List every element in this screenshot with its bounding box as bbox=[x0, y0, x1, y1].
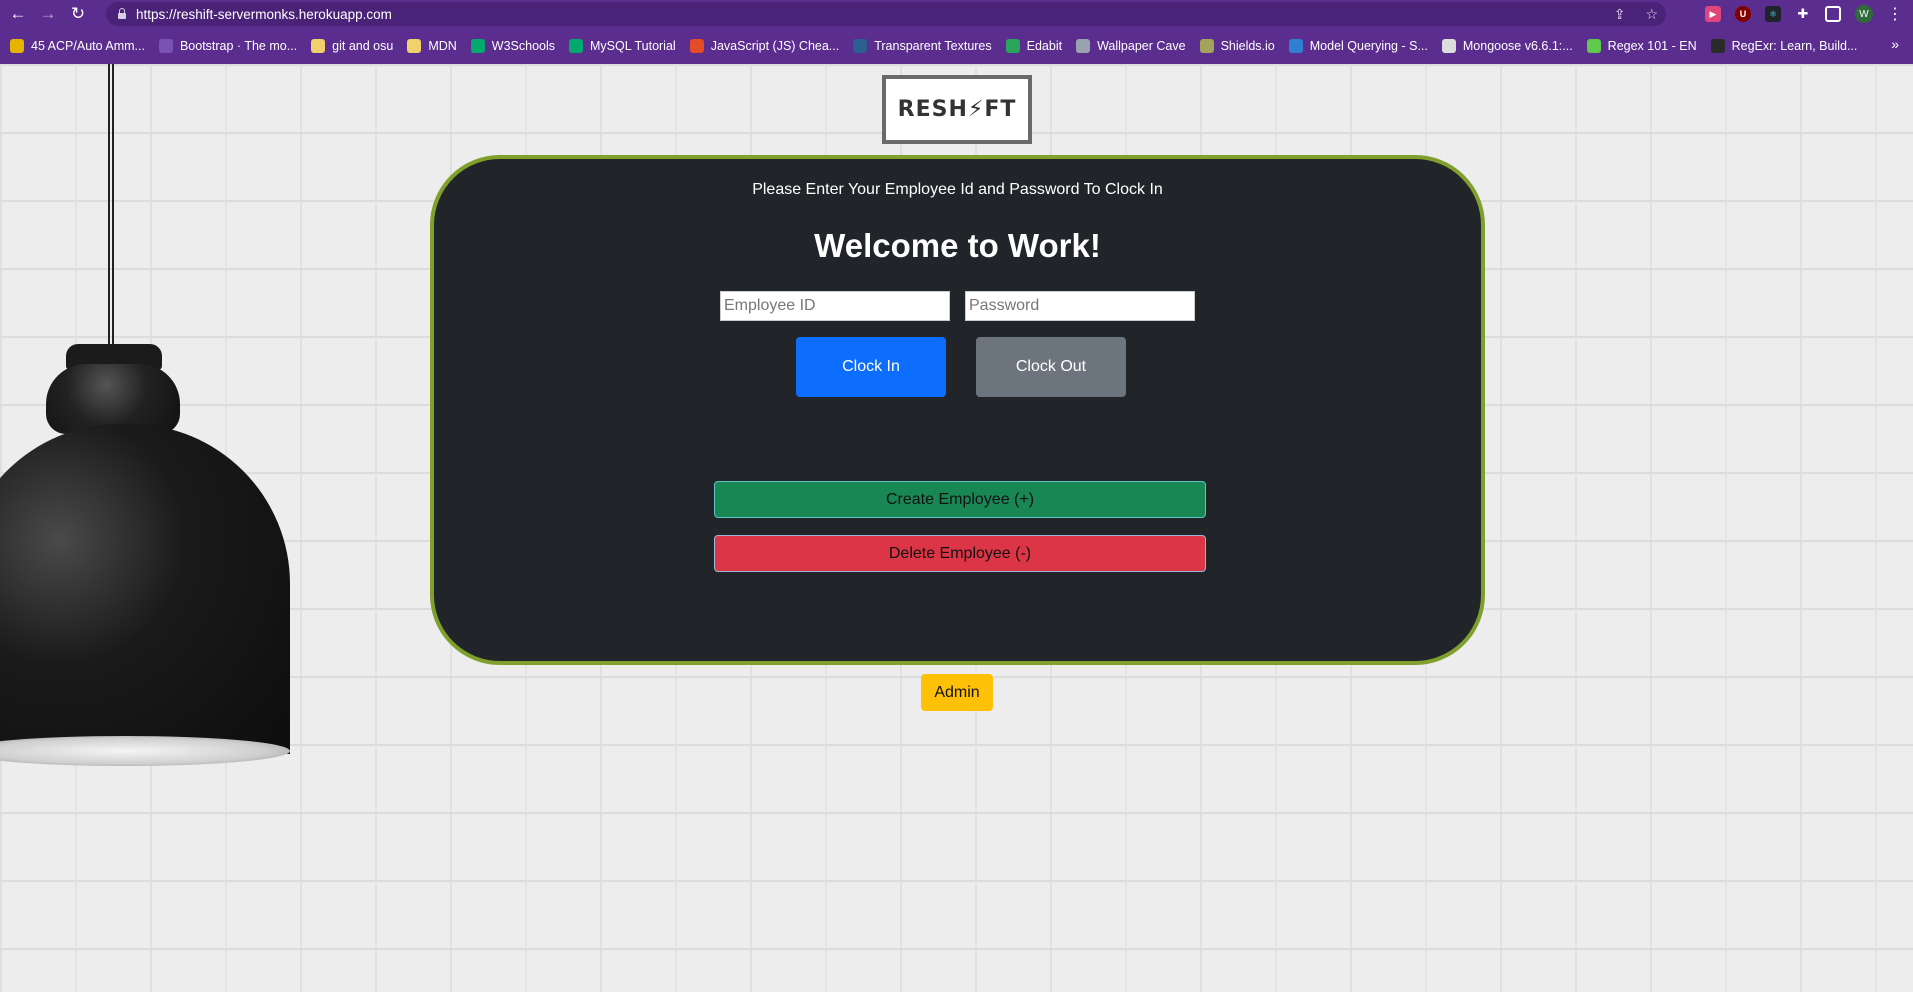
bookmark-favicon-icon bbox=[311, 39, 326, 53]
extension-react-icon[interactable]: ⚛ bbox=[1765, 6, 1781, 22]
bookmark-favicon-icon bbox=[1441, 39, 1456, 53]
bookmark-label: MySQL Tutorial bbox=[590, 39, 676, 53]
bookmark-item[interactable]: 45 ACP/Auto Amm... bbox=[10, 39, 145, 53]
bookmark-favicon-icon bbox=[407, 39, 422, 53]
bookmark-item[interactable]: MySQL Tutorial bbox=[569, 39, 676, 53]
bookmark-item[interactable]: Wallpaper Cave bbox=[1076, 39, 1186, 53]
bookmark-favicon-icon bbox=[10, 39, 24, 53]
delete-employee-button[interactable]: Delete Employee (-) bbox=[714, 535, 1206, 572]
bookmark-label: Transparent Textures bbox=[874, 39, 992, 53]
star-icon[interactable]: ☆ bbox=[1645, 6, 1658, 23]
bookmark-item[interactable]: Transparent Textures bbox=[853, 39, 992, 53]
bookmark-item[interactable]: Mongoose v6.6.1:... bbox=[1441, 39, 1573, 53]
password-input[interactable] bbox=[965, 291, 1195, 321]
bookmark-item[interactable]: W3Schools bbox=[470, 39, 556, 53]
bookmark-favicon-icon bbox=[1005, 39, 1020, 53]
bookmark-item[interactable]: MDN bbox=[407, 39, 457, 53]
bookmark-favicon-icon bbox=[1288, 39, 1303, 53]
employee-id-input[interactable] bbox=[720, 291, 950, 321]
bookmark-label: Regex 101 - EN bbox=[1607, 39, 1697, 53]
bookmark-label: git and osu bbox=[332, 39, 394, 53]
address-bar[interactable]: https://reshift-servermonks.herokuapp.co… bbox=[106, 2, 1666, 26]
extension-ublock-icon[interactable]: U bbox=[1735, 6, 1751, 22]
bookmarks-overflow-icon[interactable]: » bbox=[1891, 36, 1899, 52]
forward-arrow-icon[interactable]: → bbox=[36, 2, 60, 26]
back-arrow-icon[interactable]: ← bbox=[6, 2, 30, 26]
bookmark-item[interactable]: RegExr: Learn, Build... bbox=[1710, 39, 1858, 53]
create-employee-button[interactable]: Create Employee (+) bbox=[714, 481, 1206, 518]
bookmark-item[interactable]: Shields.io bbox=[1199, 39, 1275, 53]
bookmark-label: Shields.io bbox=[1220, 39, 1275, 53]
bookmark-item[interactable]: Regex 101 - EN bbox=[1586, 39, 1697, 53]
bookmark-favicon-icon bbox=[569, 39, 584, 53]
profile-avatar[interactable]: W bbox=[1855, 5, 1873, 23]
bookmark-label: W3Schools bbox=[491, 39, 556, 53]
lock-icon bbox=[118, 8, 126, 19]
bookmark-favicon-icon bbox=[853, 39, 868, 53]
bookmark-item[interactable]: git and osu bbox=[311, 39, 393, 53]
bookmark-item[interactable]: Model Querying - S... bbox=[1288, 39, 1428, 53]
sidebar-toggle-icon[interactable] bbox=[1825, 6, 1841, 22]
reshift-logo: RESH⚡FT bbox=[882, 75, 1032, 144]
clock-out-button[interactable]: Clock Out bbox=[976, 337, 1126, 397]
extension-video-icon[interactable]: ▶ bbox=[1705, 6, 1721, 22]
bookmark-favicon-icon bbox=[470, 39, 485, 53]
share-icon[interactable]: ⇪ bbox=[1614, 6, 1626, 23]
clock-in-button[interactable]: Clock In bbox=[796, 337, 946, 397]
bookmark-favicon-icon bbox=[1199, 39, 1214, 53]
bookmark-item[interactable]: Bootstrap · The mo... bbox=[158, 39, 298, 53]
bookmark-label: Wallpaper Cave bbox=[1097, 39, 1186, 53]
clock-in-panel: Please Enter Your Employee Id and Passwo… bbox=[430, 155, 1485, 665]
bookmark-favicon-icon bbox=[1076, 39, 1091, 53]
bookmarks-bar: 45 ACP/Auto Amm... Bootstrap · The mo... g… bbox=[0, 28, 1913, 64]
bookmark-favicon-icon bbox=[158, 39, 173, 53]
menu-kebab-icon[interactable]: ⋮ bbox=[1887, 4, 1903, 24]
browser-toolbar: ← → ↻ https://reshift-servermonks.heroku… bbox=[0, 0, 1913, 28]
bookmark-favicon-icon bbox=[689, 39, 704, 53]
bookmark-favicon-icon bbox=[1586, 39, 1601, 53]
reload-icon[interactable]: ↻ bbox=[66, 2, 90, 26]
bookmark-item[interactable]: JavaScript (JS) Chea... bbox=[689, 39, 840, 53]
bookmark-label: Bootstrap · The mo... bbox=[179, 39, 298, 53]
bookmark-label: JavaScript (JS) Chea... bbox=[710, 39, 840, 53]
bookmark-label: RegExr: Learn, Build... bbox=[1731, 39, 1858, 53]
url-text: https://reshift-servermonks.herokuapp.co… bbox=[136, 6, 392, 22]
bookmark-label: 45 ACP/Auto Amm... bbox=[31, 39, 145, 53]
admin-button[interactable]: Admin bbox=[921, 674, 993, 711]
bookmark-label: Model Querying - S... bbox=[1309, 39, 1428, 53]
bookmark-item[interactable]: Edabit bbox=[1005, 39, 1063, 53]
bookmark-favicon-icon bbox=[1710, 39, 1725, 53]
bookmark-label: Mongoose v6.6.1:... bbox=[1462, 39, 1573, 53]
extensions-puzzle-icon[interactable]: ✚ bbox=[1795, 6, 1811, 22]
instruction-text: Please Enter Your Employee Id and Passwo… bbox=[752, 181, 1163, 198]
bookmark-label: Edabit bbox=[1026, 39, 1063, 53]
bookmark-label: MDN bbox=[428, 39, 457, 53]
page-title: Welcome to Work! bbox=[814, 227, 1101, 264]
